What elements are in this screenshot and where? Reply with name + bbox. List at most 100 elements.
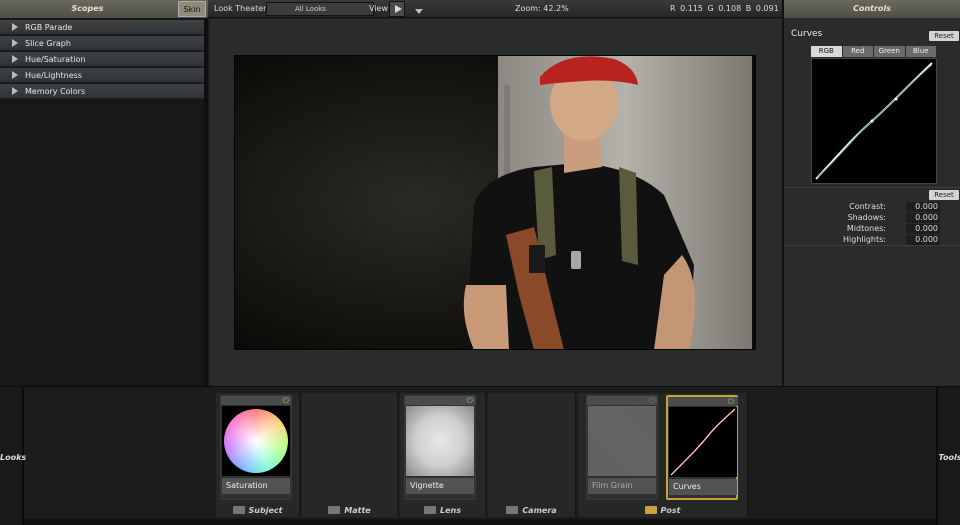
section-divider [784, 245, 960, 246]
app-window: Scopes Skin RGB Parade Slice Graph Hue/S… [0, 0, 960, 525]
section-label: Camera [488, 506, 575, 515]
looks-label: Looks [0, 453, 27, 462]
scope-item-rgb-parade[interactable]: RGB Parade [0, 20, 204, 35]
scopes-title: Scopes [71, 4, 104, 13]
vignette-icon [406, 406, 474, 476]
params-reset-button[interactable]: Reset [929, 190, 959, 200]
curve-channel-tabs: RGB Red Green Blue [811, 46, 937, 57]
tool-curves[interactable]: ⏻ Curves [666, 395, 738, 500]
section-matte: Matte [302, 393, 398, 517]
curve-editor[interactable] [811, 58, 937, 184]
scope-item-hue-lightness[interactable]: Hue/Lightness [0, 68, 204, 83]
tool-titlebar [221, 396, 291, 405]
looks-sidebar[interactable]: Looks [0, 387, 27, 525]
preview-image[interactable] [234, 55, 756, 350]
tool-label: Film Grain [588, 478, 656, 494]
color-wheel-icon [222, 406, 290, 476]
tab-red[interactable]: Red [842, 46, 873, 57]
scope-item-slice-graph[interactable]: Slice Graph [0, 36, 204, 51]
curve-graph [815, 62, 933, 180]
tool-label: Vignette [406, 478, 474, 494]
viewer-area [210, 19, 782, 386]
looks-dropdown[interactable]: All Looks [266, 2, 423, 16]
section-lens: ⏻ Vignette Lens [400, 393, 486, 517]
panel-divider[interactable] [204, 18, 208, 386]
scope-item-label: Slice Graph [25, 39, 71, 48]
param-midtones: Midtones: 0.000 [784, 224, 960, 234]
zoom-readout: Zoom: 42.2% [515, 4, 569, 13]
curves-reset-button[interactable]: Reset [929, 31, 959, 41]
param-label: Contrast: [849, 202, 886, 211]
scope-item-label: RGB Parade [25, 23, 73, 32]
section-subject: ⏻ Saturation Subject [216, 393, 300, 517]
scopes-header: Scopes Skin [0, 0, 208, 18]
param-value-field[interactable]: 0.000 [906, 235, 940, 245]
section-label: Post [578, 506, 747, 515]
expand-arrow-icon [12, 71, 18, 79]
param-label: Midtones: [846, 224, 886, 233]
power-icon[interactable]: ⏻ [728, 397, 734, 406]
camera-icon [328, 506, 341, 514]
param-highlights: Highlights: 0.000 [784, 235, 960, 245]
camera-icon [506, 506, 519, 514]
param-contrast: Contrast: 0.000 [784, 202, 960, 212]
scope-item-label: Memory Colors [25, 87, 86, 96]
scope-item-memory-colors[interactable]: Memory Colors [0, 84, 204, 99]
expand-arrow-icon [12, 39, 18, 47]
tool-label: Curves [669, 479, 737, 495]
scope-item-label: Hue/Lightness [25, 71, 82, 80]
power-icon[interactable]: ⏻ [467, 396, 473, 405]
section-label: Matte [302, 506, 397, 515]
viewer-toolbar: Look Theater All Looks View Zoom: 42.2% … [208, 0, 782, 18]
scopes-panel: Scopes Skin RGB Parade Slice Graph Hue/S… [0, 0, 208, 386]
curve-icon [669, 407, 737, 477]
view-label: View [369, 4, 388, 13]
section-divider [784, 187, 960, 188]
tool-titlebar [405, 396, 475, 405]
power-icon[interactable]: ⏻ [283, 396, 289, 405]
rgb-readout: R 0.115 G 0.108 B 0.091 [670, 4, 779, 13]
tab-rgb[interactable]: RGB [811, 46, 842, 57]
looks-dropdown-value: All Looks [295, 5, 326, 13]
play-icon [395, 5, 402, 13]
tab-green[interactable]: Green [874, 46, 905, 57]
scope-list: RGB Parade Slice Graph Hue/Saturation Hu… [0, 20, 204, 100]
controls-panel: Controls Curves Reset RGB Red Green Blue… [782, 0, 960, 386]
chevron-down-icon [415, 9, 423, 14]
expand-arrow-icon [12, 23, 18, 31]
param-label: Highlights: [843, 235, 886, 244]
expand-arrow-icon [12, 87, 18, 95]
param-value-field[interactable]: 0.000 [906, 213, 940, 223]
lens-icon [424, 506, 436, 514]
expand-arrow-icon [12, 55, 18, 63]
tools-label: Tools [938, 453, 960, 462]
power-icon[interactable]: ⏻ [649, 396, 655, 405]
preview-photo [234, 55, 756, 350]
post-icon [644, 506, 657, 514]
tools-sidebar[interactable]: Tools [936, 387, 960, 525]
section-camera: Camera [488, 393, 576, 517]
bottom-scrollbar[interactable] [24, 519, 936, 525]
curves-title: Curves [791, 29, 823, 39]
tool-saturation[interactable]: ⏻ Saturation [220, 395, 292, 500]
look-theater-label: Look Theater [214, 4, 267, 13]
scope-item-label: Hue/Saturation [25, 55, 86, 64]
scope-item-hue-saturation[interactable]: Hue/Saturation [0, 52, 204, 67]
param-label: Shadows: [847, 213, 886, 222]
controls-title: Controls [784, 0, 960, 18]
section-label: Lens [400, 506, 485, 515]
param-value-field[interactable]: 0.000 [906, 224, 940, 234]
tool-film-grain[interactable]: ⏻ Film Grain [586, 395, 658, 500]
tool-label: Saturation [222, 478, 290, 494]
tool-titlebar [587, 396, 657, 405]
param-shadows: Shadows: 0.000 [784, 213, 960, 223]
section-label: Subject [216, 506, 299, 515]
play-button[interactable] [389, 1, 405, 17]
param-value-field[interactable]: 0.000 [906, 202, 940, 212]
skin-button[interactable]: Skin [178, 1, 206, 17]
tools-strip: Looks ⏻ Saturation Subject Matte ⏻ Vigne… [0, 386, 960, 525]
tab-blue[interactable]: Blue [905, 46, 936, 57]
tool-vignette[interactable]: ⏻ Vignette [404, 395, 476, 500]
section-post: ⏻ Film Grain ⏻ Curves Post [578, 393, 748, 517]
grain-icon [588, 406, 656, 476]
